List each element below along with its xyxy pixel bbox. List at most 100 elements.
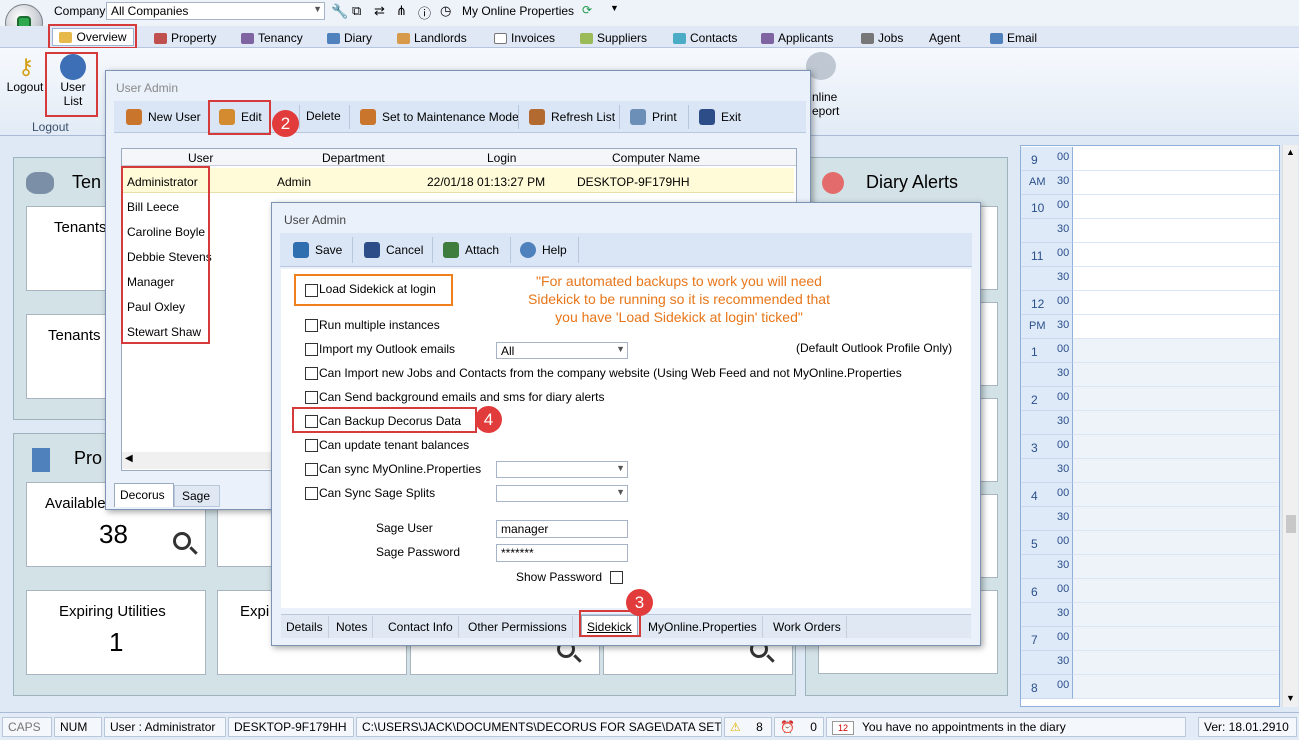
company-select[interactable]: All Companies ▼	[106, 2, 325, 20]
tab-jobs[interactable]: Jobs	[861, 29, 903, 47]
logout-button[interactable]: ⚷ Logout	[7, 54, 44, 94]
scroll-down-icon[interactable]: ▼	[1286, 693, 1295, 703]
option-label: Can sync MyOnline.Properties	[319, 462, 482, 476]
tab-tenancy[interactable]: Tenancy	[241, 29, 303, 47]
day-calendar[interactable]: 00 9 30 AM 00 10 30 00 11 30 00 12 30 PM 00 1 30 00 2 30 00 3…	[1020, 145, 1280, 707]
hour-label: 7	[1031, 633, 1038, 647]
sage-splits-select[interactable]: ▼	[496, 485, 628, 502]
search-icon[interactable]	[173, 532, 191, 550]
chevron-down-icon: ▼	[313, 4, 322, 14]
new-user-button[interactable]: New User	[126, 109, 201, 125]
supplier-icon	[580, 32, 593, 44]
column-header-user[interactable]: User	[188, 151, 213, 165]
column-header-computer[interactable]: Computer Name	[612, 151, 700, 165]
run-multiple-checkbox[interactable]	[305, 319, 318, 332]
print-button[interactable]: Print	[630, 109, 677, 125]
toolbar-separator	[432, 237, 433, 263]
tab-contacts[interactable]: Contacts	[673, 29, 737, 47]
exit-button[interactable]: Exit	[699, 109, 741, 125]
scroll-left-icon[interactable]: ◀	[125, 453, 133, 464]
tab-diary[interactable]: Diary	[327, 29, 372, 47]
option-label: Can Send background emails and sms for d…	[319, 390, 605, 404]
alarm-count: 0	[810, 720, 817, 734]
sync-myonline-checkbox[interactable]	[305, 463, 318, 476]
column-header-department[interactable]: Department	[322, 151, 385, 165]
send-background-checkbox[interactable]	[305, 391, 318, 404]
help-icon[interactable]: ⓘ	[418, 3, 431, 22]
appointments-indicator[interactable]: 12 You have no appointments in the diary	[826, 717, 1186, 737]
import-outlook-checkbox[interactable]	[305, 343, 318, 356]
sync-sage-splits-checkbox[interactable]	[305, 487, 318, 500]
tab-notes[interactable]: Notes	[331, 616, 374, 638]
attach-button[interactable]: Attach	[443, 242, 499, 258]
button-label: Refresh List	[551, 110, 616, 124]
input-value: manager	[501, 522, 549, 536]
column-header-login[interactable]: Login	[487, 151, 516, 165]
minute-label: 30	[1057, 463, 1070, 475]
window-title: User Admin	[284, 213, 347, 227]
applicants-icon	[761, 32, 774, 44]
update-balances-checkbox[interactable]	[305, 439, 318, 452]
sync-icon[interactable]: ⇄	[374, 3, 385, 19]
ampm-label: AM	[1029, 176, 1046, 188]
tab-work-orders[interactable]: Work Orders	[768, 616, 847, 638]
wrench-icon[interactable]: 🔧	[331, 3, 348, 20]
online-report-label-2: eport	[812, 104, 840, 118]
cell-login: 22/01/18 01:13:27 PM	[427, 175, 546, 189]
option-label: Can Sync Sage Splits	[319, 486, 436, 500]
status-computer: DESKTOP-9F179HH	[228, 717, 354, 737]
tab-invoices[interactable]: Invoices	[494, 29, 555, 47]
maintenance-mode-button[interactable]: Set to Maintenance Mode	[360, 109, 519, 125]
tab-label: Tenancy	[258, 31, 303, 45]
tab-email[interactable]: Email	[990, 29, 1037, 47]
title-bar: Company All Companies ▼ 🔧 ⧉ ⇄ ⋔ ⓘ ◷ My On…	[0, 0, 1299, 42]
sage-user-input[interactable]: manager	[496, 520, 628, 538]
expiring-utilities-count: 1	[109, 627, 124, 657]
highlight-user-list	[45, 52, 98, 117]
tab-other-permissions[interactable]: Other Permissions	[463, 616, 573, 638]
hour-label: 11	[1031, 249, 1044, 263]
quick-access-dropdown-icon[interactable]: ▼	[610, 3, 619, 13]
button-label: Print	[652, 110, 677, 124]
card-title: Tenants	[48, 327, 101, 344]
chevron-down-icon: ▼	[616, 344, 625, 354]
tab-contact-info[interactable]: Contact Info	[383, 616, 459, 638]
toolbar-separator	[349, 105, 350, 129]
tab-applicants[interactable]: Applicants	[761, 29, 833, 47]
tab-decorus[interactable]: Decorus	[114, 483, 174, 507]
outlook-profile-select[interactable]: All ▼	[496, 342, 628, 359]
tab-myonline-properties[interactable]: MyOnline.Properties	[643, 616, 763, 638]
toolbar-separator	[299, 105, 300, 129]
scroll-up-icon[interactable]: ▲	[1286, 147, 1295, 157]
save-button[interactable]: Save	[293, 242, 342, 258]
cancel-button[interactable]: Cancel	[364, 242, 423, 258]
tab-landlords[interactable]: Landlords	[397, 29, 467, 47]
help-button[interactable]: Help	[520, 242, 567, 258]
tab-suppliers[interactable]: Suppliers	[580, 29, 647, 47]
minute-label: 30	[1057, 655, 1070, 667]
hour-label: 3	[1031, 441, 1038, 455]
expiring-utilities-card[interactable]: Expiring Utilities 1	[26, 590, 206, 675]
alarms-indicator[interactable]: ⏰ 0	[774, 717, 824, 737]
my-online-properties-label[interactable]: My Online Properties	[462, 4, 574, 18]
import-jobs-checkbox[interactable]	[305, 367, 318, 380]
delete-button[interactable]: Delete	[306, 109, 341, 123]
refresh-list-button[interactable]: Refresh List	[529, 109, 615, 125]
scroll-thumb[interactable]	[1286, 515, 1296, 533]
sync-myonline-select[interactable]: ▼	[496, 461, 628, 478]
calendar-scrollbar[interactable]: ▲ ▼	[1282, 145, 1298, 707]
tab-agent[interactable]: Agent	[929, 29, 960, 47]
show-password-checkbox[interactable]	[610, 571, 623, 584]
tab-details[interactable]: Details	[281, 616, 329, 638]
input-value: *******	[501, 546, 534, 560]
grid-hscrollbar[interactable]: ◀	[122, 452, 272, 469]
refresh-icon[interactable]: ⟳	[582, 3, 592, 17]
clock-icon[interactable]: ◷	[440, 3, 451, 19]
warnings-indicator[interactable]: ⚠ 8	[724, 717, 772, 737]
highlight-load-sidekick	[294, 274, 453, 306]
tab-property[interactable]: Property	[154, 29, 216, 47]
sage-password-input[interactable]: *******	[496, 544, 628, 562]
network-icon[interactable]: ⧉	[352, 3, 361, 19]
tab-sage[interactable]: Sage	[174, 485, 220, 507]
tree-icon[interactable]: ⋔	[396, 3, 407, 19]
